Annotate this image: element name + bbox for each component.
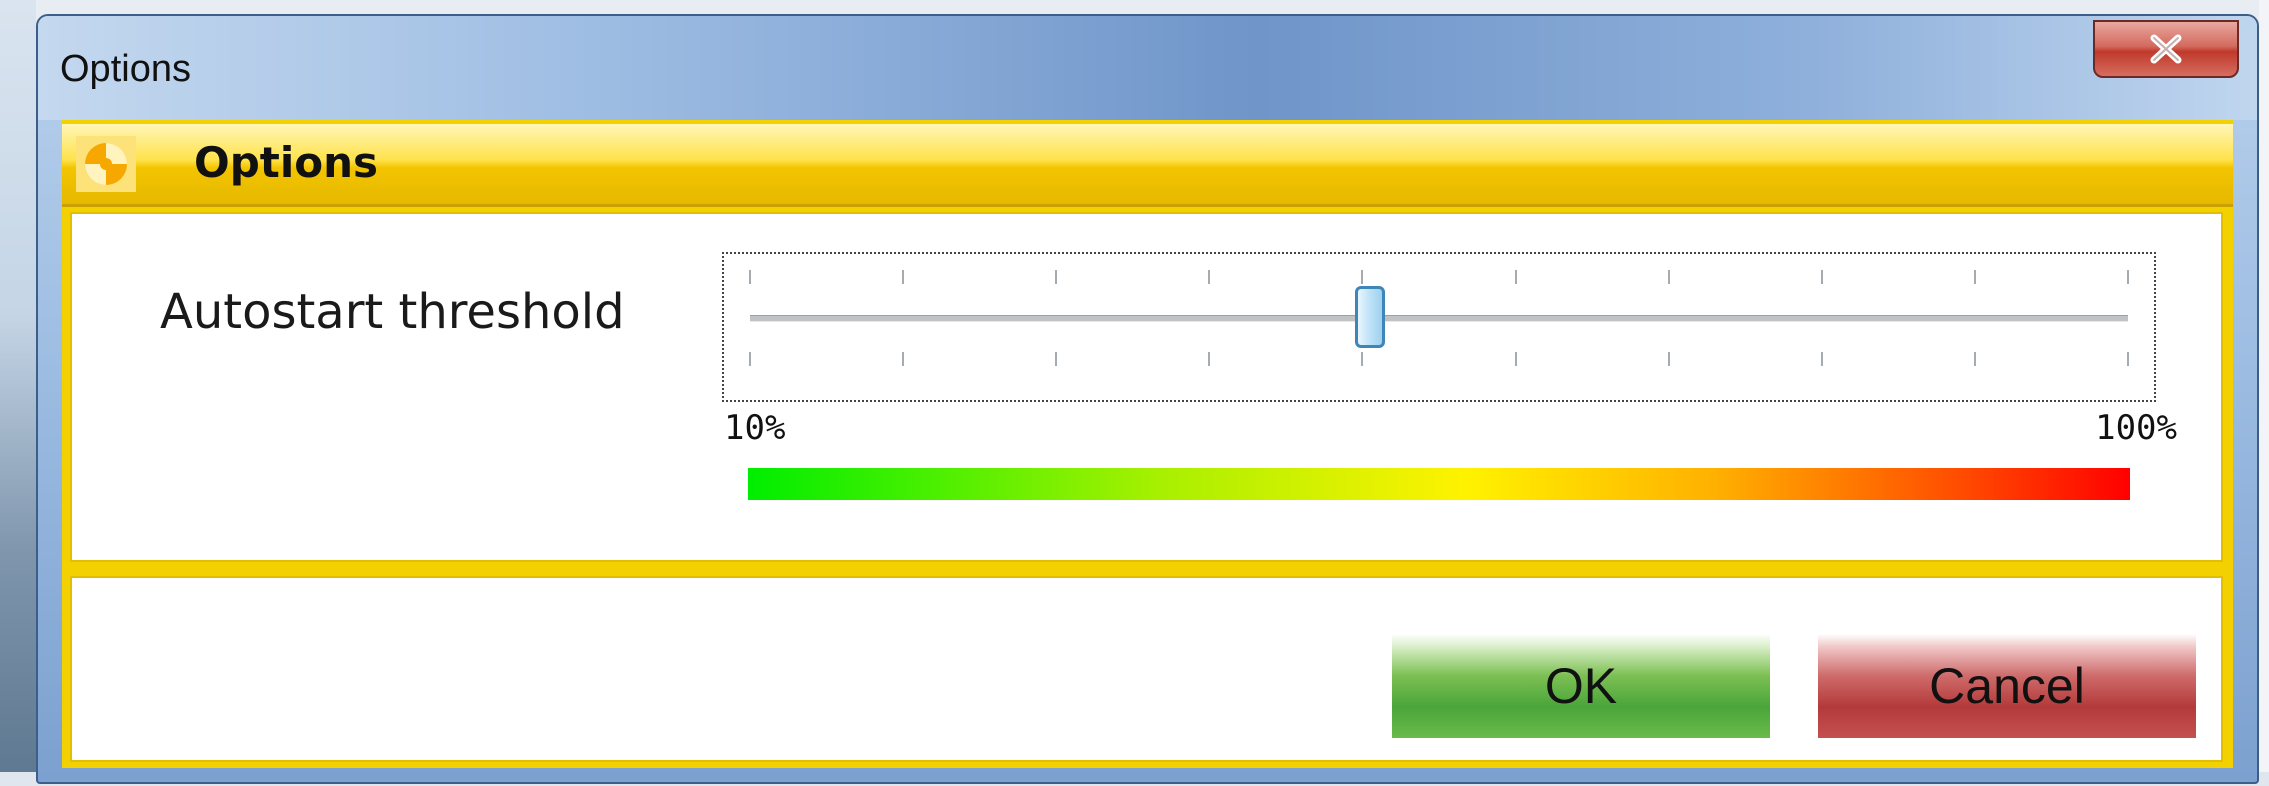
cancel-button[interactable]: Cancel: [1818, 634, 2196, 738]
slider-tick: [749, 270, 751, 284]
desktop-background-left: [0, 0, 36, 786]
slider-tick: [2127, 352, 2129, 366]
slider-track: [750, 315, 2128, 322]
slider-tick: [1973, 352, 1976, 366]
autostart-threshold-label: Autostart threshold: [160, 284, 625, 340]
window-titlebar[interactable]: Options: [38, 16, 2257, 120]
slider-tick: [902, 270, 905, 284]
window-close-button[interactable]: [2093, 20, 2239, 78]
slider-tick: [749, 352, 751, 366]
slider-max-label: 100%: [2095, 408, 2177, 448]
slider-tick: [1361, 270, 1364, 284]
slider-tick: [1514, 270, 1517, 284]
slider-thumb[interactable]: [1355, 286, 1386, 348]
close-icon: [2150, 34, 2182, 64]
slider-tick: [1208, 352, 1211, 366]
options-panel: Options Autostart threshold 10% 100% OK …: [62, 120, 2233, 768]
options-logo-icon: [76, 136, 136, 192]
slider-tick: [1973, 270, 1976, 284]
slider-tick: [1514, 352, 1517, 366]
slider-tick: [1820, 352, 1823, 366]
threshold-color-scale: [748, 468, 2130, 500]
slider-tick: [1055, 352, 1058, 366]
slider-tick: [2127, 270, 2129, 284]
ok-button[interactable]: OK: [1392, 634, 1770, 738]
slider-tick: [1667, 270, 1670, 284]
slider-min-label: 10%: [724, 408, 786, 448]
slider-tick: [1208, 270, 1211, 284]
slider-tick: [1820, 270, 1823, 284]
slider-tick: [1055, 270, 1058, 284]
options-dialog-window: Options Options Autostart threshold 10% …: [36, 14, 2259, 784]
slider-tick: [1667, 352, 1670, 366]
autostart-threshold-slider[interactable]: [722, 252, 2156, 402]
panel-title: Options: [194, 138, 378, 187]
desktop-background-right: [2259, 0, 2269, 786]
slider-tick: [902, 352, 905, 366]
window-title: Options: [60, 48, 191, 90]
settings-area: Autostart threshold 10% 100%: [70, 212, 2223, 562]
slider-tick: [1361, 352, 1364, 366]
dialog-button-area: OK Cancel: [70, 576, 2223, 762]
panel-header: Options: [62, 124, 2233, 207]
